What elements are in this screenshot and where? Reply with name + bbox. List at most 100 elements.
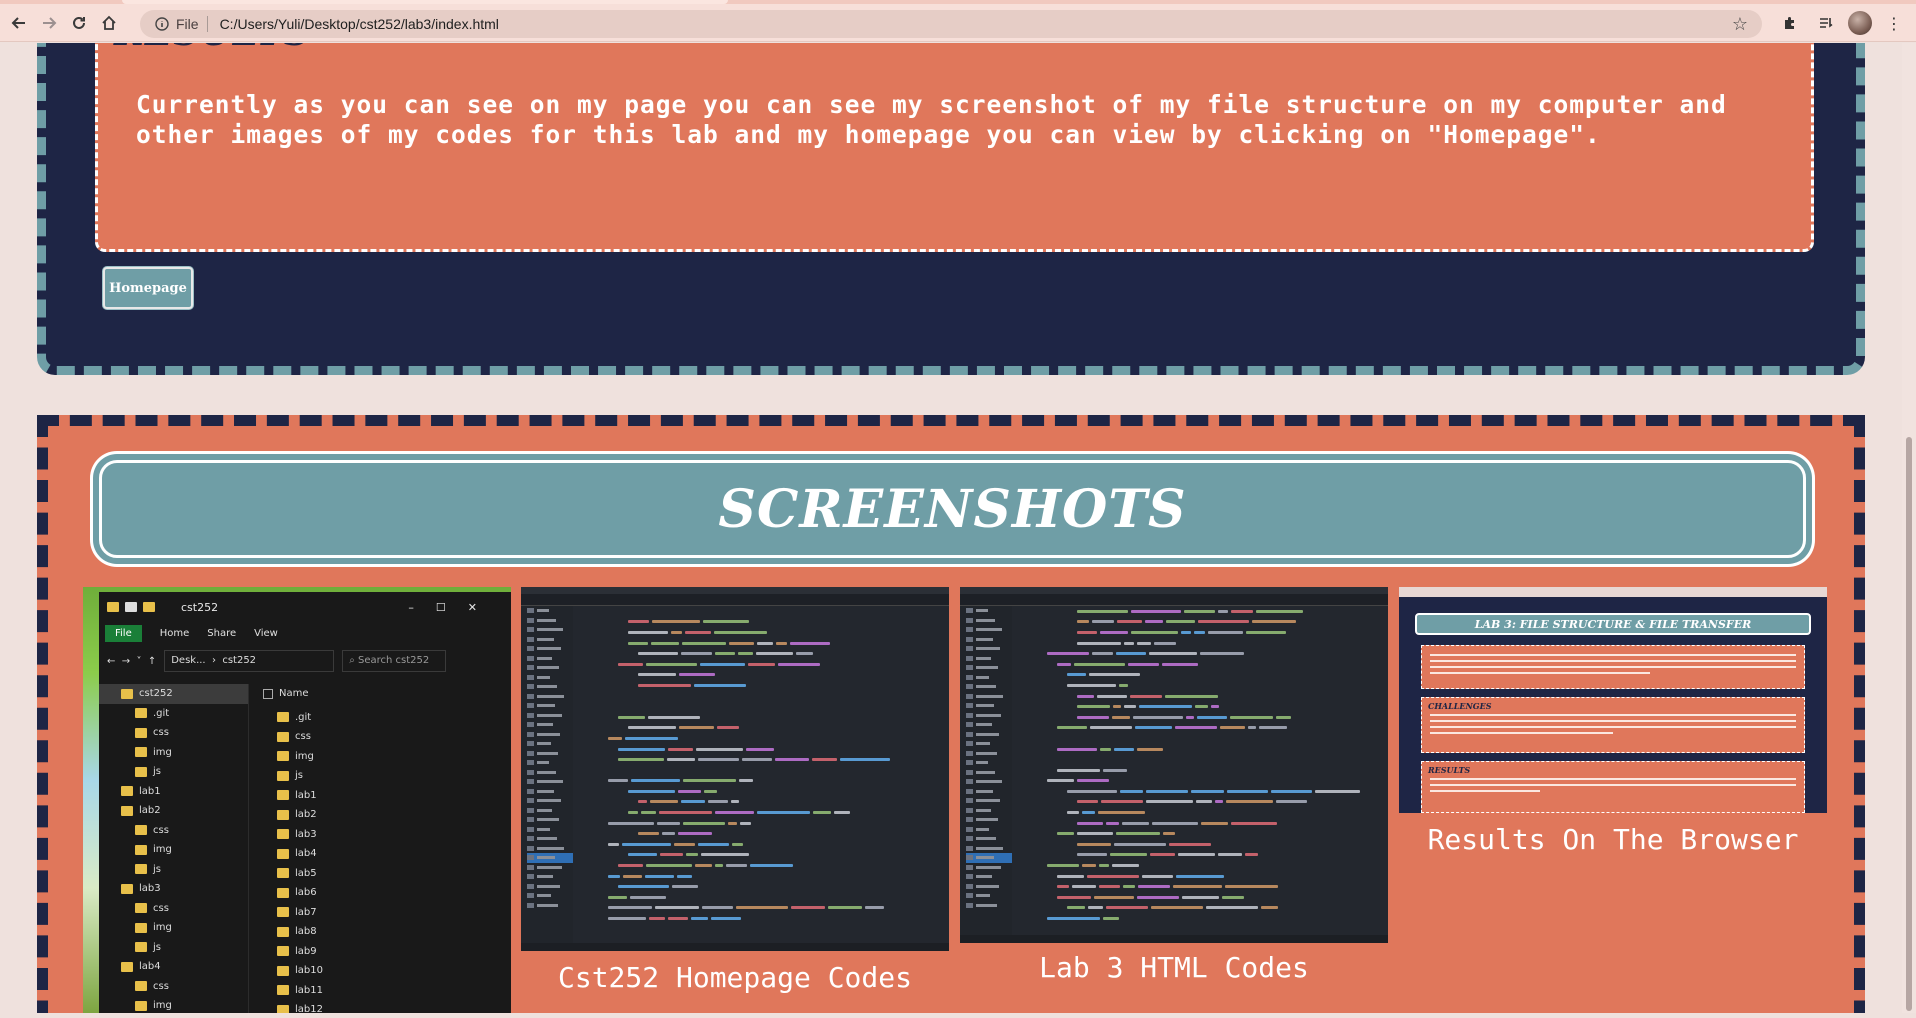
- info-icon[interactable]: [148, 10, 176, 38]
- code-line: [1044, 627, 1384, 638]
- tree-entry: [966, 625, 1012, 635]
- tree-entry: [527, 863, 573, 873]
- back-arrow-icon[interactable]: [4, 8, 34, 38]
- preview-intro-lines: [1430, 654, 1796, 678]
- extensions-puzzle-icon[interactable]: [1776, 9, 1804, 37]
- editor-tabbar: [521, 594, 949, 606]
- window-controls: –☐✕: [408, 600, 499, 614]
- nav-tree-label: img: [153, 1000, 172, 1012]
- folder-icon: [135, 747, 147, 758]
- editor-menubar: [521, 587, 949, 594]
- browser-toolbar: File C:/Users/Yuli/Desktop/cst252/lab3/i…: [0, 4, 1916, 42]
- list-header: Name: [263, 684, 511, 704]
- column-header-name: Name: [279, 688, 309, 700]
- code-line: [605, 776, 945, 787]
- folder-icon: [277, 946, 289, 957]
- code-line: [1044, 765, 1384, 776]
- address-bar[interactable]: File C:/Users/Yuli/Desktop/cst252/lab3/i…: [140, 10, 1762, 38]
- reading-list-icon[interactable]: [1812, 9, 1840, 37]
- browser-results-screenshot[interactable]: LAB 3: FILE STRUCTURE & FILE TRANSFER CH…: [1399, 587, 1827, 813]
- code-line: [605, 860, 945, 871]
- lab3-code-screenshot[interactable]: [960, 587, 1388, 943]
- tree-entry: [966, 882, 1012, 892]
- folder-icon: [277, 712, 289, 723]
- tree-entry: [966, 787, 1012, 797]
- folder-icon: [135, 942, 147, 953]
- folder-icon: [135, 922, 147, 933]
- tree-entry: [966, 654, 1012, 664]
- folder-icon: [277, 1004, 289, 1013]
- folder-icon: [107, 602, 119, 612]
- profile-avatar[interactable]: [1848, 11, 1872, 35]
- folder-icon: [277, 848, 289, 859]
- reload-icon[interactable]: [64, 8, 94, 38]
- explorer-path-box: Desk... › cst252: [164, 650, 335, 672]
- url-separator: [206, 16, 208, 32]
- code-line: [1044, 648, 1384, 659]
- explorer-search-placeholder: Search cst252: [358, 655, 430, 666]
- nav-tree-label: lab3: [139, 883, 161, 895]
- file-row: lab7: [263, 903, 511, 923]
- tree-entry: [527, 806, 573, 816]
- tree-entry: [527, 739, 573, 749]
- home-icon[interactable]: [94, 8, 124, 38]
- folder-icon: [135, 1000, 147, 1011]
- nav-tree-label: css: [153, 824, 169, 836]
- folder-icon: [277, 751, 289, 762]
- code-line: [605, 903, 945, 914]
- menu-kebab-icon[interactable]: ⋮: [1880, 9, 1908, 37]
- tree-entry: [966, 863, 1012, 873]
- code-line: [1044, 680, 1384, 691]
- explorer-body: cst252 .git css img js lab1 lab2 css img js lab3 cs…: [99, 684, 511, 1013]
- folder-icon: [121, 688, 133, 699]
- tree-entry: [966, 739, 1012, 749]
- page-scrollbar[interactable]: [1902, 43, 1916, 1013]
- tree-entry: [966, 682, 1012, 692]
- file-name: lab4: [295, 848, 317, 860]
- preview-intro-box: [1421, 645, 1805, 689]
- select-all-checkbox: [263, 688, 273, 699]
- tree-entry: [527, 815, 573, 825]
- tree-entry: [966, 644, 1012, 654]
- homepage-button[interactable]: Homepage: [103, 267, 193, 309]
- url-text[interactable]: C:/Users/Yuli/Desktop/cst252/lab3/index.…: [220, 16, 499, 32]
- tree-entry: [966, 663, 1012, 673]
- page-viewport: RESULTS Currently as you can see on my p…: [0, 43, 1902, 1013]
- code-line: [1044, 712, 1384, 723]
- tree-entry: [527, 644, 573, 654]
- tree-entry: [527, 625, 573, 635]
- nav-tree-item: img: [99, 996, 248, 1013]
- code-line: [1044, 881, 1384, 892]
- tree-entry: [527, 901, 573, 911]
- tree-entry: [527, 834, 573, 844]
- file-name: lab12: [295, 1004, 323, 1013]
- tree-entry: [527, 891, 573, 901]
- nav-tree-item: cst252: [99, 684, 248, 704]
- tree-entry: [527, 701, 573, 711]
- editor-file-tree: [521, 606, 573, 943]
- code-line: [605, 659, 945, 670]
- code-line: [605, 733, 945, 744]
- tree-entry: [966, 853, 1012, 863]
- tree-entry: [966, 720, 1012, 730]
- code-line: [605, 892, 945, 903]
- editor-file-tree: [960, 606, 1012, 935]
- nav-tree-label: css: [153, 902, 169, 914]
- file-name: lab1: [295, 789, 317, 801]
- bookmark-star-icon[interactable]: ☆: [1732, 14, 1748, 35]
- forward-arrow-icon[interactable]: [34, 8, 64, 38]
- explorer-file-list: Name .git css img js lab1 lab2 lab3 lab4 lab5 lab…: [249, 684, 511, 1013]
- file-structure-screenshot[interactable]: cst252 –☐✕ File Home Share View ← → ˅ ↑ …: [83, 587, 511, 1013]
- folder-icon: [277, 887, 289, 898]
- homepage-code-screenshot[interactable]: [521, 587, 949, 951]
- explorer-window-title: cst252: [181, 600, 219, 614]
- preview-challenges-heading: CHALLENGES: [1428, 701, 1492, 711]
- nav-tree-label: .git: [153, 707, 170, 719]
- ribbon-share-tab: Share: [207, 627, 237, 639]
- file-row: lab12: [263, 1000, 511, 1013]
- explorer-nav-arrows: ← → ˅ ↑: [107, 655, 157, 667]
- scrollbar-thumb[interactable]: [1906, 437, 1912, 1011]
